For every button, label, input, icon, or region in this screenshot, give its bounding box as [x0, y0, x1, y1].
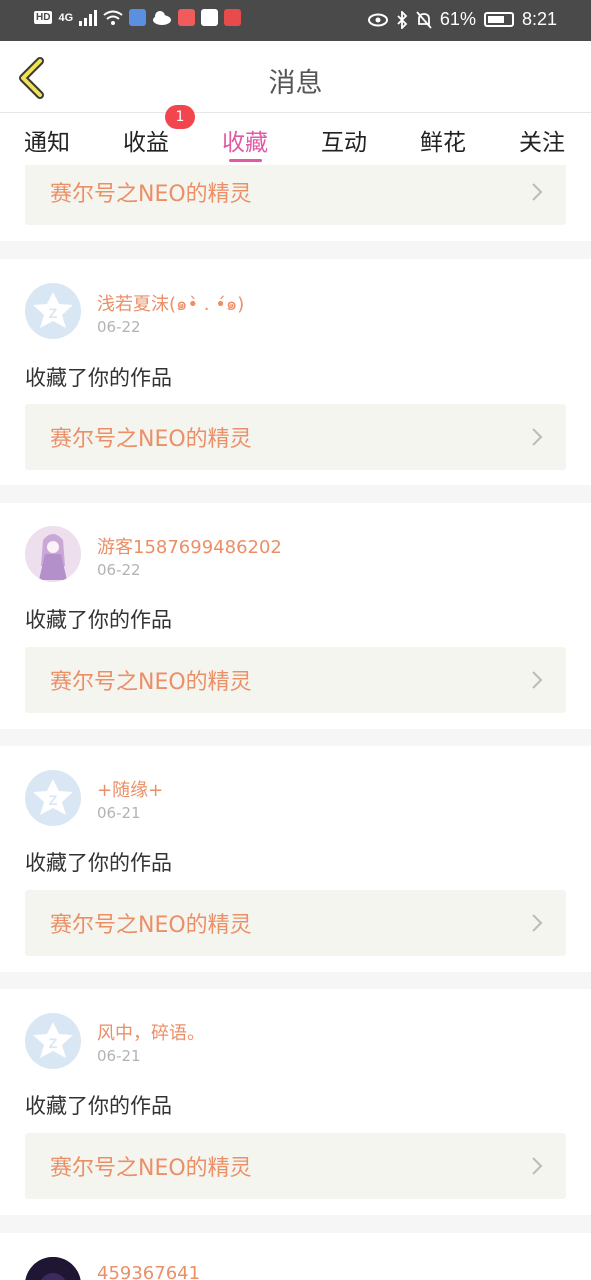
wifi-icon [103, 10, 123, 25]
list-item: Z 风中，碎语。 06-21 收藏了你的作品 赛尔号之NEO的精灵 [0, 989, 591, 1215]
tab-flowers[interactable]: 鲜花 [420, 123, 466, 157]
tab-favorites[interactable]: 收藏 [222, 123, 268, 157]
active-tab-underline [229, 159, 262, 162]
default-avatar-icon: Z [33, 292, 73, 328]
date: 06-21 [97, 1047, 141, 1065]
avatar[interactable] [25, 526, 81, 582]
chevron-right-icon [532, 1157, 543, 1175]
list-item: 游客1587699486202 06-22 收藏了你的作品 赛尔号之NEO的精灵 [0, 503, 591, 729]
action-text: 收藏了你的作品 [25, 366, 172, 390]
page-title: 消息 [268, 68, 323, 99]
avatar[interactable]: Z [25, 1013, 81, 1069]
list-item: 459367641 [0, 1233, 591, 1280]
tab-interactions[interactable]: 互动 [321, 123, 367, 157]
default-avatar-icon: Z [33, 1022, 73, 1058]
svg-text:Z: Z [49, 1035, 58, 1051]
date: 06-22 [97, 561, 141, 579]
chevron-right-icon [532, 914, 543, 932]
work-link[interactable]: 赛尔号之NEO的精灵 [25, 404, 566, 470]
date: 06-22 [97, 318, 141, 336]
tab-following[interactable]: 关注 [519, 123, 565, 157]
work-title: 赛尔号之NEO的精灵 [50, 913, 252, 938]
work-link[interactable]: 赛尔号之NEO的精灵 [25, 890, 566, 956]
user-name[interactable]: 风中，碎语。 [97, 1019, 205, 1045]
signal-icon [79, 9, 98, 26]
status-bar: HD 4G 61% 8:21 [0, 0, 591, 41]
tab-earnings[interactable]: 收益 [123, 123, 169, 157]
date: 06-21 [97, 804, 141, 822]
mute-bell-icon [416, 10, 432, 29]
bluetooth-icon [397, 10, 408, 29]
chevron-right-icon [532, 671, 543, 689]
eye-icon [367, 13, 388, 26]
chevron-right-icon [532, 428, 543, 446]
anime-avatar-icon [25, 526, 81, 582]
network-type: 4G [58, 11, 74, 24]
work-title: 赛尔号之NEO的精灵 [50, 182, 252, 207]
chevron-right-icon [532, 183, 543, 201]
battery-icon [483, 12, 514, 27]
work-title: 赛尔号之NEO的精灵 [50, 427, 252, 452]
dark-avatar-icon [25, 1257, 81, 1280]
user-name[interactable]: 浅若夏沫(๑•̀ . •́๑) [97, 289, 244, 318]
status-left: HD 4G [34, 9, 242, 26]
svg-text:Z: Z [49, 792, 58, 808]
cloud-icon [153, 10, 172, 25]
ball-app-icon [201, 9, 219, 26]
music-app-icon [129, 9, 147, 26]
svg-text:Z: Z [49, 305, 58, 321]
battery-percent: 61% [439, 9, 476, 29]
tab-bar: 通知 收益 1 收藏 互动 鲜花 关注 [0, 105, 591, 165]
mask-app-icon [224, 9, 242, 26]
action-text: 收藏了你的作品 [25, 1094, 172, 1118]
tab-notifications[interactable]: 通知 [24, 123, 70, 157]
avatar[interactable] [25, 1257, 81, 1280]
clock: 8:21 [521, 9, 557, 29]
user-name[interactable]: +随缘+ [97, 776, 163, 802]
work-title: 赛尔号之NEO的精灵 [50, 670, 252, 695]
avatar[interactable]: Z [25, 770, 81, 826]
work-link[interactable]: 赛尔号之NEO的精灵 [25, 647, 566, 713]
action-text: 收藏了你的作品 [25, 851, 172, 875]
earnings-badge: 1 [165, 105, 195, 129]
list-item: Z +随缘+ 06-21 收藏了你的作品 赛尔号之NEO的精灵 [0, 746, 591, 972]
hd-indicator: HD [34, 11, 53, 24]
status-right: 61% 8:21 [367, 9, 557, 30]
work-link[interactable]: 赛尔号之NEO的精灵 [25, 1133, 566, 1199]
action-text: 收藏了你的作品 [25, 608, 172, 632]
book-app-icon [178, 9, 196, 26]
header: 消息 [0, 41, 591, 113]
user-name[interactable]: 游客1587699486202 [97, 533, 282, 559]
list-item: Z 浅若夏沫(๑•̀ . •́๑) 06-22 收藏了你的作品 赛尔号之NEO的… [0, 259, 591, 485]
work-title: 赛尔号之NEO的精灵 [50, 1156, 252, 1181]
user-name[interactable]: 459367641 [97, 1263, 200, 1280]
work-link[interactable]: 赛尔号之NEO的精灵 [25, 165, 566, 225]
default-avatar-icon: Z [33, 779, 73, 815]
list-item: 赛尔号之NEO的精灵 [0, 165, 591, 241]
notification-list: 赛尔号之NEO的精灵 Z 浅若夏沫(๑•̀ . •́๑) 06-22 收藏了你的… [0, 165, 591, 1280]
avatar[interactable]: Z [25, 283, 81, 339]
